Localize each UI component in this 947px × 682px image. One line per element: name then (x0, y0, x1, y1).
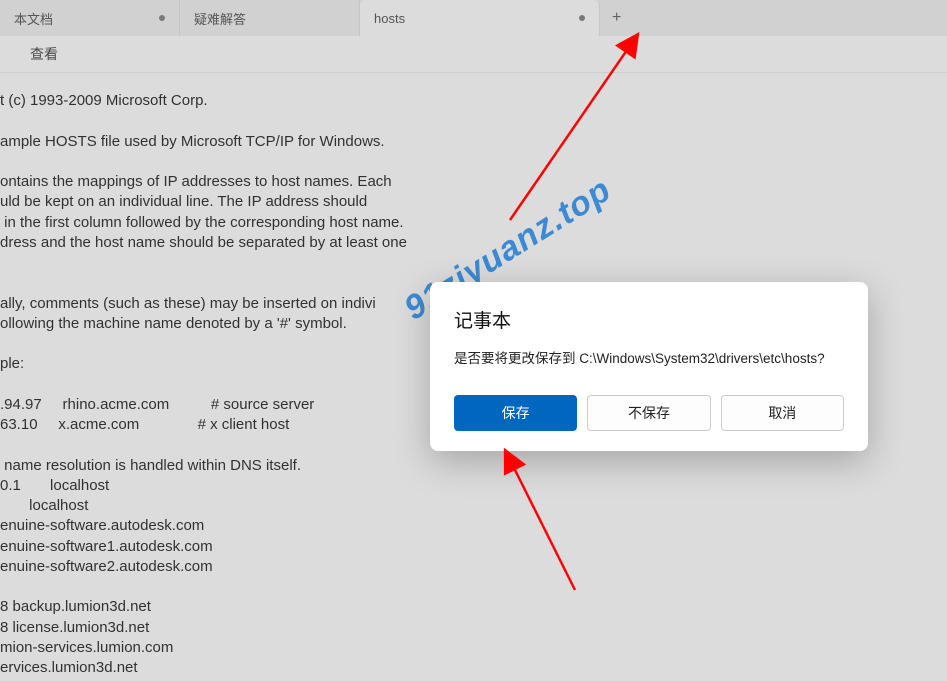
cancel-button[interactable]: 取消 (721, 395, 844, 431)
save-dialog: 记事本 是否要将更改保存到 C:\Windows\System32\driver… (430, 282, 868, 451)
dialog-message: 是否要将更改保存到 C:\Windows\System32\drivers\et… (454, 347, 844, 367)
dialog-title: 记事本 (454, 306, 844, 333)
dialog-button-row: 保存 不保存 取消 (454, 395, 844, 431)
dont-save-button[interactable]: 不保存 (587, 395, 710, 431)
save-button[interactable]: 保存 (454, 395, 577, 431)
